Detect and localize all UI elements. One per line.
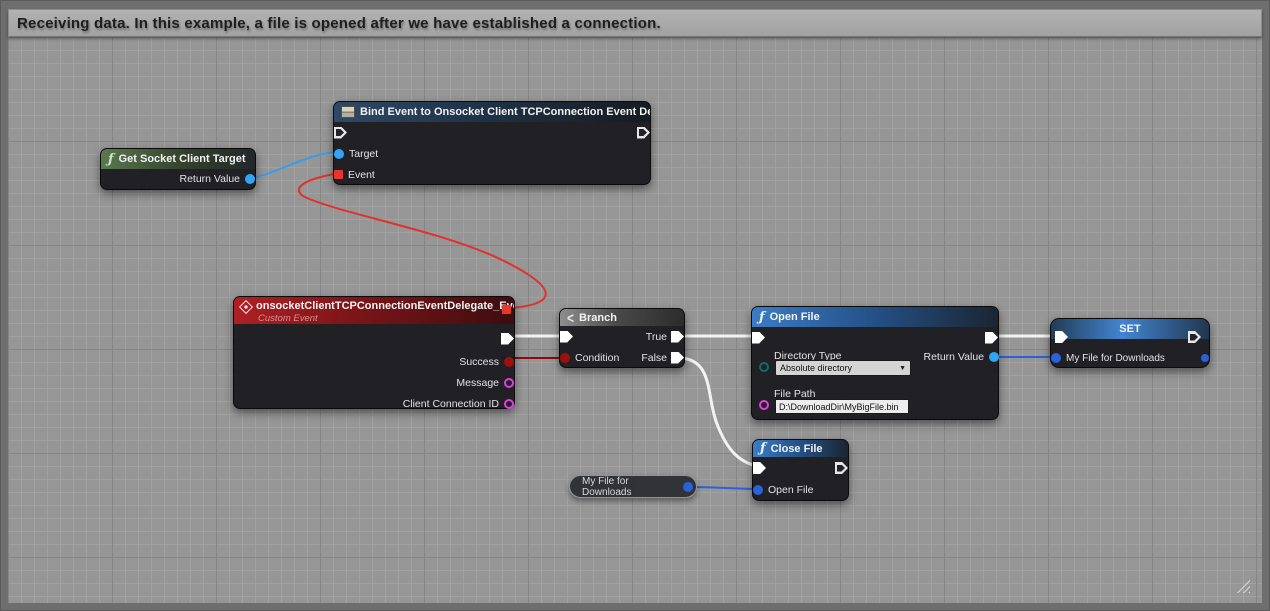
node-open-file[interactable]: ƒ Open File Directory Type Absolute dire… <box>751 306 999 420</box>
exec-in-pin[interactable] <box>753 462 766 474</box>
file-path-input[interactable] <box>775 399 909 414</box>
var-out-pin[interactable] <box>1201 354 1209 362</box>
custom-event-icon <box>239 299 253 313</box>
blueprint-graph-window: Receiving data. In this example, a file … <box>0 0 1270 611</box>
exec-in-pin[interactable] <box>752 332 765 344</box>
node-bind-event[interactable]: Bind Event to Onsocket Client TCPConnect… <box>333 101 651 185</box>
bind-event-icon <box>341 106 355 118</box>
directory-type-dropdown[interactable]: Absolute directory ▼ <box>775 360 911 376</box>
pin-label: My File for Downloads <box>1066 353 1165 364</box>
directory-type-pin[interactable] <box>759 362 769 372</box>
node-title: Get Socket Client Target <box>119 153 246 165</box>
node-branch[interactable]: < Branch True Condition False <box>559 308 685 368</box>
open-file-pin[interactable] <box>753 485 763 495</box>
exec-in-pin[interactable] <box>334 127 347 139</box>
node-title: Bind Event to Onsocket Client TCPConnect… <box>360 106 650 118</box>
node-title: SET <box>1119 323 1140 335</box>
message-pin[interactable] <box>504 378 514 388</box>
pin-label: Return Value <box>923 351 984 363</box>
pin-label: Success <box>459 356 499 368</box>
comment-resize-handle[interactable] <box>1235 578 1250 593</box>
exec-out-pin[interactable] <box>985 332 998 344</box>
node-title: Branch <box>579 312 617 324</box>
client-connection-id-pin[interactable] <box>504 399 514 409</box>
node-header[interactable]: SET <box>1051 319 1209 339</box>
false-pin[interactable] <box>671 352 684 364</box>
pin-label: Open File <box>768 484 814 496</box>
var-in-pin[interactable] <box>1051 353 1061 363</box>
exec-in-pin[interactable] <box>560 331 573 343</box>
node-custom-event[interactable]: onsocketClientTCPConnectionEventDelegate… <box>233 296 515 409</box>
node-header[interactable]: ƒ Open File <box>752 307 998 327</box>
exec-out-pin[interactable] <box>637 127 650 139</box>
delegate-out-pin[interactable] <box>502 305 511 314</box>
node-header[interactable]: Bind Event to Onsocket Client TCPConnect… <box>334 102 650 122</box>
pin-label: Target <box>349 148 378 160</box>
node-title: Open File <box>770 311 820 323</box>
condition-pin[interactable] <box>560 353 570 363</box>
pin-label: Client Connection ID <box>403 398 499 410</box>
variable-label: My File for Downloads <box>582 476 679 498</box>
branch-icon: < <box>567 309 574 326</box>
pin-label: Condition <box>575 352 619 364</box>
true-pin[interactable] <box>671 331 684 343</box>
pin-label: Return Value <box>179 173 240 185</box>
success-pin[interactable] <box>504 357 514 367</box>
pin-label: Message <box>456 377 499 389</box>
comment-title-text: Receiving data. In this example, a file … <box>17 15 661 32</box>
return-value-pin[interactable] <box>989 352 999 362</box>
pin-label: False <box>641 352 667 364</box>
exec-out-pin[interactable] <box>835 462 848 474</box>
return-value-pin[interactable] <box>245 174 255 184</box>
function-icon: ƒ <box>759 311 765 324</box>
exec-out-pin[interactable] <box>501 333 514 345</box>
node-title: Close File <box>771 443 823 455</box>
pin-label: True <box>646 331 667 343</box>
file-path-pin[interactable] <box>759 400 769 410</box>
node-set-variable[interactable]: SET My File for Downloads <box>1050 318 1210 368</box>
target-pin[interactable] <box>334 149 344 159</box>
pin-label: Event <box>348 169 375 181</box>
node-getter-my-file-for-downloads[interactable]: My File for Downloads <box>569 475 697 498</box>
function-icon: ƒ <box>108 153 114 166</box>
node-close-file[interactable]: ƒ Close File Open File <box>752 439 849 501</box>
node-title: onsocketClientTCPConnectionEventDelegate… <box>256 300 514 313</box>
node-subtitle: Custom Event <box>258 313 507 324</box>
function-icon: ƒ <box>760 442 766 455</box>
comment-header[interactable]: Receiving data. In this example, a file … <box>8 9 1262 37</box>
node-header[interactable]: ƒ Close File <box>753 440 848 457</box>
node-get-socket-client-target[interactable]: ƒ Get Socket Client Target Return Value <box>100 148 256 190</box>
getter-output-pin[interactable] <box>683 482 693 492</box>
event-delegate-pin[interactable] <box>334 170 343 179</box>
node-header[interactable]: ƒ Get Socket Client Target <box>101 149 255 169</box>
node-header[interactable]: < Branch <box>560 309 684 326</box>
node-header[interactable]: onsocketClientTCPConnectionEventDelegate… <box>234 297 514 324</box>
chevron-down-icon: ▼ <box>899 365 906 372</box>
